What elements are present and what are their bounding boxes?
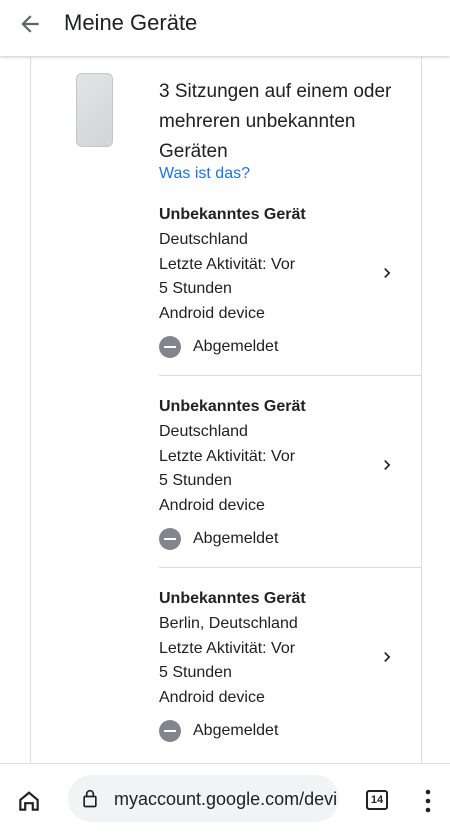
session-device-name: Unbekanntes Gerät xyxy=(159,590,306,607)
divider xyxy=(159,567,421,568)
session-location: Deutschland xyxy=(159,231,248,248)
home-icon[interactable] xyxy=(14,786,44,816)
content-area[interactable]: 3 Sitzungen auf einem oder mehreren unbe… xyxy=(0,57,450,763)
session-status: Abgemeldet xyxy=(193,338,279,355)
group-title: 3 Sitzungen auf einem oder mehreren unbe… xyxy=(159,81,392,162)
signed-out-icon xyxy=(159,528,181,550)
chevron-right-icon xyxy=(384,268,391,278)
session-activity: Letzte Aktivität: Vor xyxy=(159,640,296,657)
chevron-right-icon xyxy=(384,652,391,662)
session-device-type: Android device xyxy=(159,497,265,514)
session-item[interactable]: Unbekanntes Gerät Deutschland Letzte Akt… xyxy=(159,395,421,587)
divider xyxy=(159,375,421,376)
session-activity-time: 5 Stunden xyxy=(159,280,232,297)
session-activity-time: 5 Stunden xyxy=(159,472,232,489)
lock-icon xyxy=(83,789,97,808)
session-activity-time: 5 Stunden xyxy=(159,664,232,681)
session-device-type: Android device xyxy=(159,305,265,322)
page-title: Meine Geräte xyxy=(64,10,198,35)
devices-card: 3 Sitzungen auf einem oder mehreren unbe… xyxy=(30,57,422,763)
session-location: Berlin, Deutschland xyxy=(159,615,298,632)
what-is-this-link[interactable]: Was ist das? xyxy=(159,163,250,185)
chevron-right-icon xyxy=(384,460,391,470)
back-arrow-icon[interactable] xyxy=(14,8,46,40)
session-device-type: Android device xyxy=(159,689,265,706)
url-text: myaccount.google.com/devi xyxy=(114,789,338,809)
session-status: Abgemeldet xyxy=(193,530,279,547)
session-location: Deutschland xyxy=(159,423,248,440)
session-item[interactable]: Unbekanntes Gerät Berlin, Deutschland Le… xyxy=(159,587,421,763)
session-device-name: Unbekanntes Gerät xyxy=(159,206,306,223)
session-activity: Letzte Aktivität: Vor xyxy=(159,448,296,465)
more-vert-icon[interactable] xyxy=(418,786,438,816)
address-bar[interactable]: myaccount.google.com/devi xyxy=(68,775,339,822)
browser-toolbar: myaccount.google.com/devi 14 xyxy=(0,763,450,840)
app-bar: Meine Geräte xyxy=(0,0,450,56)
session-status: Abgemeldet xyxy=(193,722,279,739)
session-device-name: Unbekanntes Gerät xyxy=(159,398,306,415)
tab-switcher-button[interactable]: 14 xyxy=(366,790,388,810)
phone-icon xyxy=(76,73,113,147)
session-item[interactable]: Unbekanntes Gerät Deutschland Letzte Akt… xyxy=(159,203,421,395)
session-activity: Letzte Aktivität: Vor xyxy=(159,256,296,273)
signed-out-icon xyxy=(159,336,181,358)
signed-out-icon xyxy=(159,720,181,742)
